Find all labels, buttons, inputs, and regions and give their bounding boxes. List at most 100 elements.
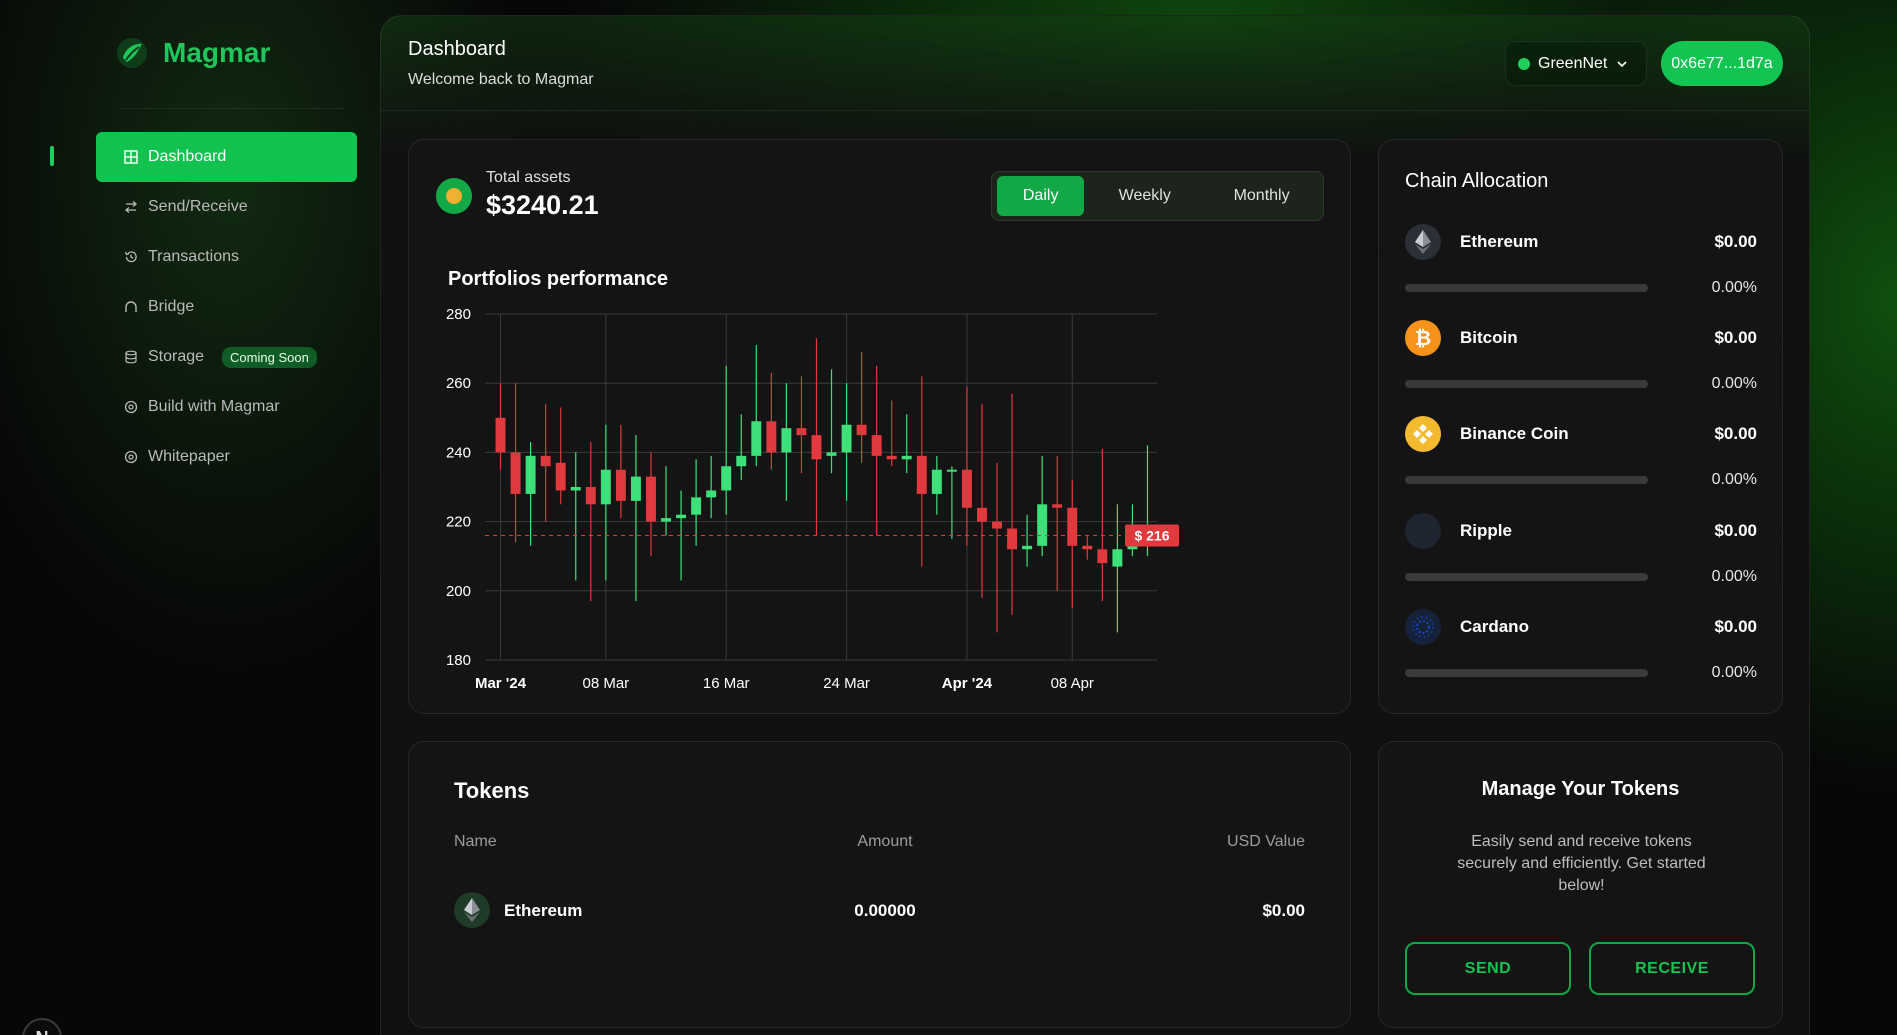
ethereum-icon xyxy=(454,892,490,928)
chain-row-ethereum[interactable]: Ethereum $0.00 0.00% xyxy=(1405,224,1757,314)
sidebar-item-transactions[interactable]: Transactions xyxy=(96,232,357,282)
build-icon xyxy=(124,400,138,414)
candle-body xyxy=(721,466,732,491)
chain-row-ripple[interactable]: Ripple $0.00 0.00% xyxy=(1405,513,1757,603)
brand-name: Magmar xyxy=(163,37,271,68)
network-name: GreenNet xyxy=(1538,54,1608,72)
magmar-logo-icon xyxy=(117,38,147,68)
candle-body xyxy=(841,424,852,453)
candle-body xyxy=(691,497,702,515)
binance-icon xyxy=(1405,416,1441,452)
x-tick-label: 24 Mar xyxy=(823,675,870,692)
candle-body xyxy=(961,469,972,508)
allocation-bar xyxy=(1405,476,1648,484)
ethereum-icon xyxy=(1405,224,1441,260)
candle-body xyxy=(946,469,957,472)
candle-body xyxy=(570,487,581,491)
header: Dashboard Welcome back to Magmar GreenNe… xyxy=(381,16,1809,111)
candle-body xyxy=(916,455,927,494)
candle-body xyxy=(1067,507,1078,546)
main-panel: Dashboard Welcome back to Magmar GreenNe… xyxy=(380,15,1810,1035)
candle-body xyxy=(1052,504,1063,508)
send-button[interactable]: SEND xyxy=(1405,942,1571,995)
y-tick-label: 240 xyxy=(446,444,471,461)
candle-body xyxy=(1112,549,1123,567)
coin-usd-value: $0.00 xyxy=(1714,424,1757,443)
candle-body xyxy=(856,424,867,436)
candle-body xyxy=(1037,504,1048,546)
y-tick-label: 200 xyxy=(446,583,471,600)
x-tick-label: 08 Mar xyxy=(582,675,629,692)
candle-body xyxy=(646,476,656,522)
candle-body xyxy=(886,455,897,460)
manage-description: Easily send and receive tokens securely … xyxy=(1457,833,1706,894)
current-price-label: $ 216 xyxy=(1134,527,1169,543)
chain-row-binance-coin[interactable]: Binance Coin $0.00 0.00% xyxy=(1405,416,1757,506)
column-header-name: Name xyxy=(454,833,497,850)
candle-body xyxy=(1097,549,1108,564)
y-tick-label: 180 xyxy=(446,652,471,669)
candle-body xyxy=(811,435,822,460)
bridge-icon xyxy=(124,300,138,314)
coin-name: Cardano xyxy=(1460,617,1529,636)
candle-body xyxy=(540,455,551,467)
candle-body xyxy=(676,514,687,519)
sidebar-item-label: Send/Receive xyxy=(148,198,248,215)
chain-allocation-title: Chain Allocation xyxy=(1405,170,1549,192)
sidebar-item-send-receive[interactable]: Send/Receive xyxy=(96,182,357,232)
sidebar-item-label: Storage xyxy=(148,348,205,365)
coin-usd-value: $0.00 xyxy=(1714,521,1757,540)
tokens-title: Tokens xyxy=(454,778,530,803)
token-usd-value: $0.00 xyxy=(1262,901,1305,920)
allocation-bar xyxy=(1405,669,1648,677)
chain-row-cardano[interactable]: Cardano $0.00 0.00% xyxy=(1405,609,1757,699)
chain-row-bitcoin[interactable]: ₿ Bitcoin $0.00 0.00% xyxy=(1405,320,1757,410)
wallet-address-button[interactable]: 0x6e77...1d7a xyxy=(1661,41,1783,86)
avatar[interactable]: N xyxy=(22,1018,62,1035)
candle-body xyxy=(1082,545,1093,550)
allocation-bar xyxy=(1405,380,1648,388)
x-tick-label: 16 Mar xyxy=(703,675,750,692)
x-tick-label: Apr '24 xyxy=(942,675,993,692)
candle-body xyxy=(901,455,912,460)
cardano-icon xyxy=(1405,609,1441,645)
candle-body xyxy=(977,507,987,522)
coin-name: Ethereum xyxy=(1460,232,1539,251)
candle-body xyxy=(600,469,611,505)
portfolio-card: Total assets $3240.21 Daily Weekly Month… xyxy=(408,139,1351,714)
receive-button[interactable]: RECEIVE xyxy=(1589,942,1755,995)
page-title: Dashboard xyxy=(408,38,506,60)
sidebar-item-storage[interactable]: Storage Coming Soon xyxy=(96,332,357,382)
history-icon xyxy=(124,250,138,264)
candle-body xyxy=(931,469,942,494)
candle-body xyxy=(525,455,536,494)
coin-name: Bitcoin xyxy=(1460,328,1518,347)
column-header-usd: USD Value xyxy=(1227,833,1305,850)
brand[interactable]: Magmar xyxy=(115,36,270,70)
sidebar-item-label: Build with Magmar xyxy=(148,398,280,415)
allocation-bar xyxy=(1405,284,1648,292)
sidebar-item-dashboard[interactable]: Dashboard xyxy=(96,132,357,182)
sidebar-item-label: Dashboard xyxy=(148,148,227,165)
candle-body xyxy=(1022,545,1033,550)
chevron-down-icon xyxy=(1615,57,1629,71)
sidebar-item-bridge[interactable]: Bridge xyxy=(96,282,357,332)
y-tick-label: 260 xyxy=(446,375,471,392)
sidebar-item-whitepaper[interactable]: Whitepaper xyxy=(96,432,357,482)
sidebar-item-build[interactable]: Build with Magmar xyxy=(96,382,357,432)
manage-tokens-card: Manage Your Tokens Easily send and recei… xyxy=(1378,741,1783,1028)
coin-usd-value: $0.00 xyxy=(1714,328,1757,347)
candle-body xyxy=(585,487,596,505)
coin-name: Ripple xyxy=(1460,521,1512,540)
network-selector[interactable]: GreenNet xyxy=(1505,41,1647,86)
database-icon xyxy=(124,350,138,364)
candle-body xyxy=(661,518,671,522)
coin-percent: 0.00% xyxy=(1711,664,1757,681)
swap-icon xyxy=(124,200,138,214)
candle-body xyxy=(871,435,882,456)
candle-body xyxy=(796,428,807,436)
candle-body xyxy=(706,490,717,498)
manage-title: Manage Your Tokens xyxy=(1481,778,1680,800)
sidebar-item-label: Bridge xyxy=(148,298,195,315)
token-amount: 0.00000 xyxy=(854,901,916,920)
